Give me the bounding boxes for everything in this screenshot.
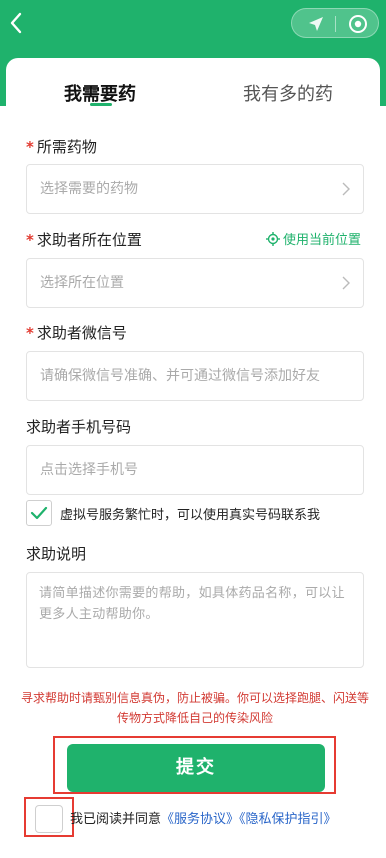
phone-label: 求助者手机号码 — [26, 418, 132, 436]
location-placeholder: 选择所在位置 — [40, 275, 124, 291]
privacy-policy-link[interactable]: 《隐私保护指引》 — [239, 812, 337, 827]
location-arrow-icon[interactable] — [307, 15, 325, 33]
service-agreement-link[interactable]: 《服务协议》 — [161, 812, 239, 827]
description-placeholder: 请简单描述你需要的帮助，如具体药品名称，可以让更多人主动帮助你。 — [39, 586, 345, 622]
mini-program-capsule — [291, 8, 379, 38]
agreement-prefix: 我已阅读并同意 — [70, 812, 162, 827]
required-mark: * — [26, 138, 34, 156]
wechat-label: * 求助者微信号 — [26, 324, 127, 342]
required-mark: * — [26, 231, 34, 249]
checkmark-icon — [30, 506, 48, 520]
medicine-select[interactable]: 选择需要的药物 — [26, 164, 364, 214]
agreement-text: 我已阅读并同意《服务协议》《隐私保护指引》 — [70, 808, 337, 827]
close-target-icon[interactable] — [348, 14, 368, 34]
active-tab-indicator — [90, 103, 112, 106]
location-select[interactable]: 选择所在位置 — [26, 258, 364, 308]
fallback-checkbox[interactable] — [26, 500, 52, 526]
chevron-right-icon — [342, 276, 350, 290]
description-textarea[interactable]: 请简单描述你需要的帮助，如具体药品名称，可以让更多人主动帮助你。 — [26, 572, 364, 668]
required-mark: * — [26, 324, 34, 342]
tab-have-extra-medicine[interactable]: 我有多的药 — [243, 80, 333, 106]
use-current-location-button[interactable]: 使用当前位置 — [266, 229, 361, 248]
phone-placeholder: 点击选择手机号 — [40, 462, 138, 478]
use-current-location-text: 使用当前位置 — [283, 233, 362, 248]
wechat-placeholder: 请确保微信号准确、并可通过微信号添加好友 — [40, 368, 320, 384]
description-label: 求助说明 — [26, 545, 87, 563]
medicine-label: * 所需药物 — [26, 138, 97, 156]
safety-warning: 寻求帮助时请甄别信息真伪，防止被骗。你可以选择跑腿、闪送等传物方式降低自己的传染… — [20, 691, 369, 725]
medicine-placeholder: 选择需要的药物 — [40, 181, 138, 197]
location-label: * 求助者所在位置 — [26, 231, 142, 249]
back-arrow-icon[interactable] — [6, 10, 28, 36]
wechat-input[interactable]: 请确保微信号准确、并可通过微信号添加好友 — [26, 351, 364, 401]
fallback-option-text: 虚拟号服务繁忙时，可以使用真实号码联系我 — [60, 508, 321, 523]
chevron-right-icon — [342, 182, 350, 196]
crosshair-icon — [266, 231, 280, 246]
phone-select[interactable]: 点击选择手机号 — [26, 445, 364, 495]
capsule-divider — [335, 16, 336, 32]
agree-checkbox[interactable] — [35, 805, 63, 833]
submit-button[interactable]: 提交 — [67, 744, 325, 792]
